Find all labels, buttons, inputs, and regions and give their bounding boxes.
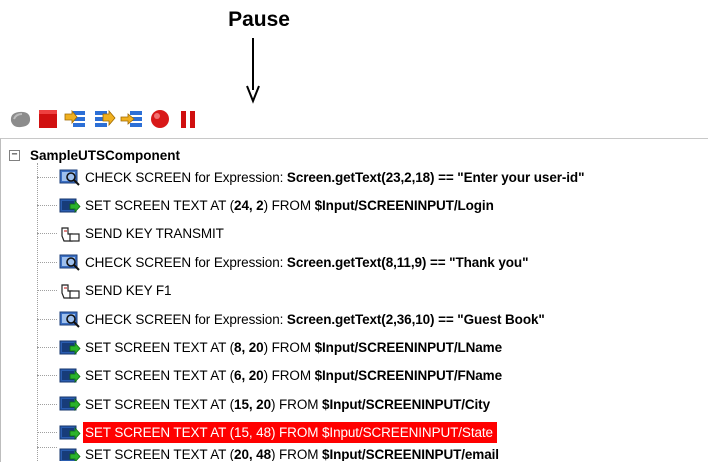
tree-children: CHECK SCREEN for Expression: Screen.getT… [37,163,584,461]
collapse-icon[interactable]: − [9,149,20,161]
tree-guide-connector [37,318,57,320]
tree-node-label-pre: SEND KEY TRANSMIT [85,226,224,242]
set-text-icon [59,447,81,461]
tree-node-label-bold: Screen.getText(2,36,10) == "Guest Book" [286,311,545,327]
tree-guide-connector [37,290,57,292]
tree-node-label-bold: 15, 20 [234,396,271,412]
tree-node-label: SET SCREEN TEXT AT (8, 20) FROM $Input/S… [85,340,502,355]
tree-node[interactable]: CHECK SCREEN for Expression: Screen.getT… [37,163,584,191]
record-off-button[interactable] [8,107,32,131]
tree-node-label-pre: SET SCREEN TEXT AT ( [85,368,235,384]
stop-icon [39,110,57,128]
tree-node-label-mid: ) FROM [270,446,323,461]
tree-guide-connector [37,347,57,349]
tree-node-label-pre: SET SCREEN TEXT AT ( [85,446,235,461]
debug-toolbar [8,104,268,134]
record-button[interactable] [148,107,172,131]
tree-node-label-bold: 6, 20 [234,368,264,384]
tree-node[interactable]: CHECK SCREEN for Expression: Screen.getT… [37,248,584,276]
set-text-icon [59,395,81,413]
tree-node-label-bold2: $Input/SCREENINPUT/FName [314,368,502,384]
tree-guide-connector [37,233,57,235]
set-text-icon [59,424,81,442]
tree-guide-connector [37,432,57,434]
tree-node-label: SET SCREEN TEXT AT (24, 2) FROM $Input/S… [85,198,494,213]
tree-node-label-pre: SET SCREEN TEXT AT (15, 48) FROM $Input/… [85,425,493,441]
check-screen-icon [59,168,81,186]
tree-node-label-pre: SET SCREEN TEXT AT ( [85,198,235,214]
component-tree: − SampleUTSComponent CHECK SCREEN for Ex… [0,138,708,462]
tree-guide-connector [37,375,57,377]
tree-node-selected[interactable]: SET SCREEN TEXT AT (15, 48) FROM $Input/… [37,419,584,447]
tree-node-label: SEND KEY TRANSMIT [85,226,224,241]
tree-node-label-pre: SEND KEY F1 [85,283,172,299]
check-screen-icon [59,310,81,328]
tree-node-label-pre: CHECK SCREEN for Expression: [85,169,287,185]
tree-node[interactable]: SET SCREEN TEXT AT (24, 2) FROM $Input/S… [37,191,584,219]
tree-node[interactable]: SET SCREEN TEXT AT (6, 20) FROM $Input/S… [37,362,584,390]
step-into-icon [64,109,85,127]
tree-guide-connector [37,176,57,178]
tree-node-label-bold: Screen.getText(23,2,18) == "Enter your u… [286,169,585,185]
tree-node-label-mid: ) FROM [263,368,315,384]
tree-node[interactable]: SET SCREEN TEXT AT (8, 20) FROM $Input/S… [37,333,584,361]
set-text-icon [59,339,81,357]
tree-node[interactable]: SEND KEY F1 [37,277,584,305]
tree-node-label-bold: 20, 48 [234,446,271,461]
tree-node-label-mid: ) FROM [263,340,315,356]
step-return-button[interactable] [120,107,144,131]
step-return-icon [120,111,142,127]
tree-node-label-pre: SET SCREEN TEXT AT ( [85,396,235,412]
tree-node-label: SET SCREEN TEXT AT (20, 48) FROM $Input/… [85,447,499,461]
root-label: SampleUTSComponent [30,147,181,163]
pause-button[interactable] [176,107,200,131]
tree-node-label: SET SCREEN TEXT AT (6, 20) FROM $Input/S… [85,368,502,383]
tree-guide-connector [37,446,57,448]
tree-guide-connector [37,261,57,263]
tree-node-label: SET SCREEN TEXT AT (15, 20) FROM $Input/… [85,397,490,412]
tree-node-label-bold2: $Input/SCREENINPUT/LName [314,340,502,356]
record-off-icon [10,111,31,128]
tree-node-label-mid: ) FROM [270,396,323,412]
tree-guide-connector [37,403,57,405]
tree-node-label-pre: CHECK SCREEN for Expression: [85,254,287,270]
tree-node-label: CHECK SCREEN for Expression: Screen.getT… [85,255,528,270]
tree-node-label-bold: Screen.getText(8,11,9) == "Thank you" [286,254,529,270]
send-key-icon [59,282,81,300]
record-icon [151,110,169,128]
step-over-button[interactable] [92,107,116,131]
callout-arrow [246,38,260,104]
tree-node-label: SEND KEY F1 [85,283,172,299]
set-text-icon [59,367,81,385]
step-over-icon [95,109,116,127]
step-into-button[interactable] [64,107,88,131]
tree-node-label-pre: SET SCREEN TEXT AT ( [85,340,235,356]
tree-root-node[interactable]: − SampleUTSComponent [9,145,180,165]
set-text-icon [59,197,81,215]
tree-node[interactable]: SET SCREEN TEXT AT (20, 48) FROM $Input/… [37,446,584,461]
pause-icon [181,111,195,128]
tree-guide-connector [37,205,57,207]
tree-node-label-bold: 24, 2 [234,198,264,214]
tree-node-label-bold2: $Input/SCREENINPUT/City [322,396,490,412]
send-key-icon [59,225,81,243]
tree-node[interactable]: SEND KEY TRANSMIT [37,220,584,248]
tree-node-label-bold: 8, 20 [234,340,264,356]
tree-node-label-bold2: $Input/SCREENINPUT/Login [314,198,494,214]
tree-node-label: CHECK SCREEN for Expression: Screen.getT… [85,312,545,327]
tree-node[interactable]: CHECK SCREEN for Expression: Screen.getT… [37,305,584,333]
pause-callout-label: Pause [228,8,290,31]
tree-node-label-mid: ) FROM [263,198,315,214]
tree-node-label-pre: CHECK SCREEN for Expression: [85,311,287,327]
tree-node-label: CHECK SCREEN for Expression: Screen.getT… [85,170,584,185]
check-screen-icon [59,253,81,272]
tree-node-label-bold2: $Input/SCREENINPUT/email [322,446,499,461]
stop-button[interactable] [36,107,60,131]
tree-node-label: SET SCREEN TEXT AT (15, 48) FROM $Input/… [83,422,497,444]
tree-node[interactable]: SET SCREEN TEXT AT (15, 20) FROM $Input/… [37,390,584,418]
